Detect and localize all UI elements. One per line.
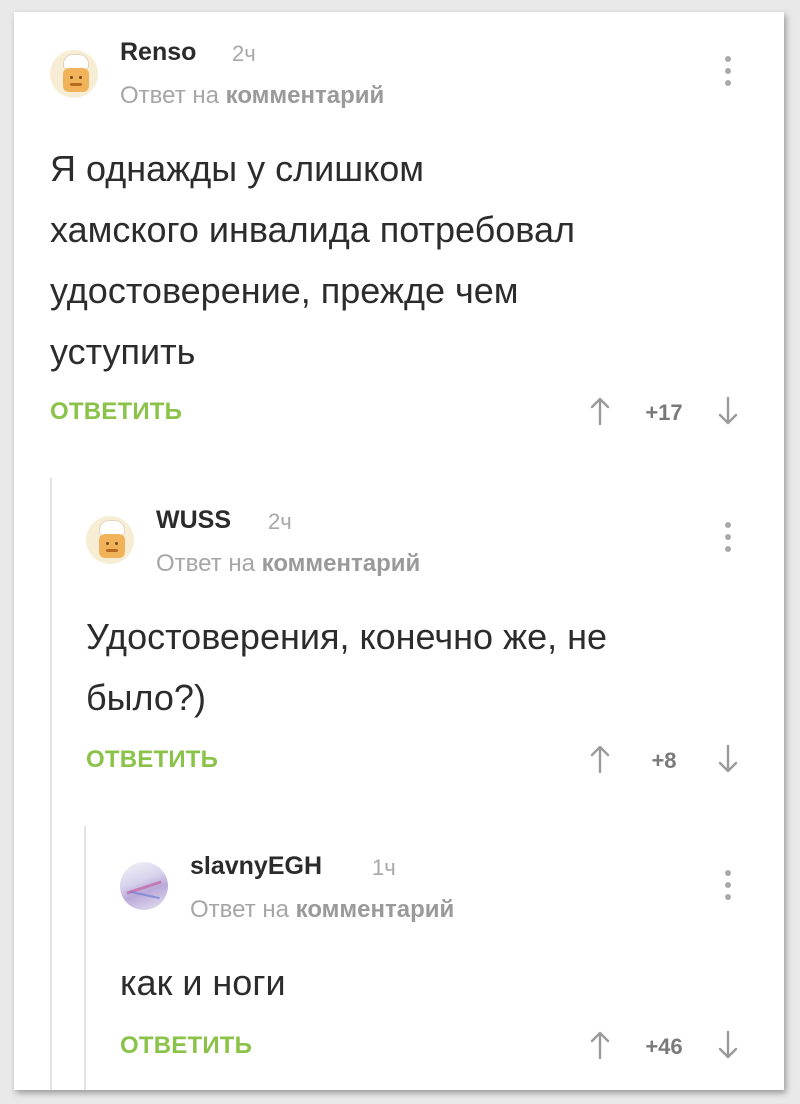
user-avatar[interactable] (120, 862, 168, 910)
comment-slavnyegh: slavnyEGH 1ч Ответ на комментарий как и … (14, 12, 784, 1090)
arrow-down-icon[interactable] (718, 1030, 738, 1060)
comment-text-line: как и ноги (120, 962, 286, 1003)
comment-time: 1ч (372, 855, 396, 880)
reply-to-link[interactable]: Ответ на комментарий (190, 896, 454, 924)
comment-text: как и ноги (120, 952, 740, 1013)
comments-card: Renso 2ч Ответ на комментарий Я однажды … (14, 12, 784, 1090)
comment-username[interactable]: slavnyEGH (190, 852, 322, 881)
comment-rating: +46 (645, 1034, 683, 1059)
comment-menu-icon[interactable] (724, 870, 732, 904)
reply-to-prefix: Ответ на (190, 896, 289, 923)
reply-to-target[interactable]: комментарий (296, 896, 455, 923)
arrow-up-icon[interactable] (590, 1030, 610, 1060)
reply-button[interactable]: ОТВЕТИТЬ (120, 1032, 252, 1060)
